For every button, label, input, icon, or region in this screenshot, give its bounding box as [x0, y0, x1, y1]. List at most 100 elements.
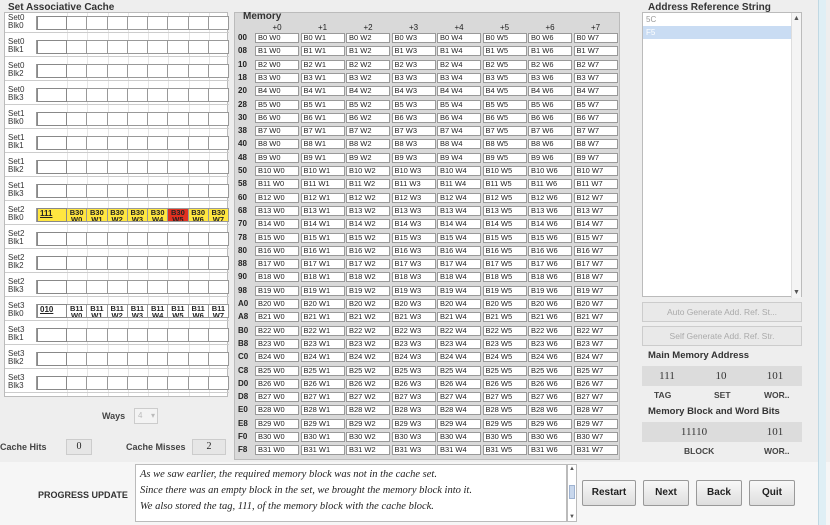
cache-row: Set1 Blk0 [5, 109, 229, 129]
ways-select[interactable]: 4 ▾ [134, 408, 158, 424]
memory-cell: B8 W5 [482, 139, 527, 150]
memory-cell: B7 W1 [300, 126, 345, 137]
memory-cell: B2 W2 [346, 59, 390, 70]
cache-word [127, 328, 148, 342]
memory-cell: B31 W6 [528, 445, 572, 456]
memory-cell: B7 W6 [528, 126, 572, 137]
memory-cell: B28 W4 [437, 405, 481, 416]
memory-cell: B27 W2 [346, 392, 390, 403]
memory-cell: B28 W2 [346, 405, 390, 416]
memory-cell: B27 W1 [300, 392, 345, 403]
memory-cell: B17 W4 [437, 259, 481, 270]
memory-cell: B15 W5 [482, 232, 527, 243]
memory-cell: B23 W2 [346, 338, 390, 349]
quit-button[interactable]: Quit [749, 480, 795, 506]
cache-word [67, 184, 88, 198]
memory-cell: B27 W5 [482, 392, 527, 403]
cache-row-label: Set1 Blk3 [8, 181, 25, 198]
cache-row: Set0 Blk1 [5, 37, 229, 57]
cache-word [188, 136, 209, 150]
memory-cell: B7 W0 [255, 126, 299, 137]
cache-word [67, 64, 88, 78]
memory-row: 30 B6 W0 B6 W1 B6 W2 B6 W3 B6 W4 B6 W5 B6 W6 B6 … [235, 112, 621, 123]
cache-word [67, 40, 88, 54]
memory-column-header: +7 [590, 23, 601, 32]
scroll-down-icon[interactable]: ▼ [793, 289, 800, 296]
memory-cell: B3 W7 [573, 72, 618, 83]
cache-word: B11 W4 [148, 304, 169, 318]
memory-cell: B9 W6 [528, 152, 572, 163]
scroll-up-icon[interactable]: ▲ [793, 15, 800, 22]
cache-word [168, 184, 189, 198]
memory-cell: B0 W5 [482, 33, 527, 43]
address-reference-list[interactable]: 5C F5 ▲ ▼ [642, 12, 802, 298]
memory-row: E8 B29 W0 B29 W1 B29 W2 B29 W3 B29 W4 B29 W5 B2… [235, 418, 621, 429]
memory-cell: B21 W2 [346, 312, 390, 323]
cache-word [188, 184, 209, 198]
memory-cell: B26 W7 [573, 378, 618, 389]
memory-cell: B0 W3 [391, 33, 436, 43]
scroll-thumb[interactable] [569, 485, 575, 499]
cache-words [67, 184, 229, 198]
memory-cell: B24 W0 [255, 352, 299, 363]
address-reference-item[interactable]: F5 [643, 26, 801, 39]
cache-word [67, 112, 88, 126]
cache-word [188, 352, 209, 366]
memory-cell: B29 W0 [255, 418, 299, 429]
cache-words [67, 112, 229, 126]
memory-cell: B9 W2 [346, 152, 390, 163]
memory-cell: B18 W5 [482, 272, 527, 283]
memory-cell: B2 W3 [391, 59, 436, 70]
cache-row: Set3 Blk2 [5, 349, 229, 369]
address-reference-item[interactable]: 5C [643, 13, 801, 26]
memory-cell: B18 W2 [346, 272, 390, 283]
memory-cell: B4 W7 [573, 86, 618, 97]
cache-word [208, 184, 229, 198]
cache-word [107, 256, 128, 270]
memory-row: 98 B19 W0 B19 W1 B19 W2 B19 W3 B19 W4 B19 W5 B1… [235, 285, 621, 296]
cache-row-label: Set0 Blk0 [8, 13, 25, 30]
cache-word [208, 376, 229, 390]
cache-row-label: Set3 Blk0 [8, 301, 25, 318]
memory-cell: B29 W2 [346, 418, 390, 429]
memory-cell: B29 W3 [391, 418, 436, 429]
restart-button[interactable]: Restart [582, 480, 636, 506]
cache-word [127, 280, 148, 294]
memory-cell: B20 W3 [391, 299, 436, 309]
memory-cell: B1 W3 [391, 46, 436, 57]
memory-row: F8 B31 W0 B31 W1 B31 W2 B31 W3 B31 W4 B31 W5 B3… [235, 445, 621, 456]
memory-cell: B21 W6 [528, 312, 572, 323]
memory-cell: B18 W7 [573, 272, 618, 283]
address-reference-scrollbar[interactable]: ▲ ▼ [791, 13, 801, 298]
scroll-down-icon[interactable]: ▼ [569, 514, 575, 520]
progress-scrollbar[interactable]: ▲ ▼ [567, 464, 577, 522]
memory-row: 00 B0 W0 B0 W1 B0 W2 B0 W3 B0 W4 B0 W5 B0 W6 B0 … [235, 33, 621, 43]
memory-row: 40 B8 W0 B8 W1 B8 W2 B8 W3 B8 W4 B8 W5 B8 W6 B8 … [235, 139, 621, 150]
memory-cell: B31 W7 [573, 445, 618, 456]
memory-cell: B9 W1 [300, 152, 345, 163]
memory-cell: B30 W7 [573, 432, 618, 442]
memory-cell: B7 W3 [391, 126, 436, 137]
cache-word [107, 64, 128, 78]
self-generate-button[interactable]: Self Generate Add. Ref. Str. [642, 326, 802, 346]
scroll-up-icon[interactable]: ▲ [569, 466, 575, 472]
memory-cell: B10 W7 [573, 166, 618, 176]
memory-cell: B13 W5 [482, 205, 527, 216]
cache-word [87, 16, 108, 30]
memory-row: 38 B7 W0 B7 W1 B7 W2 B7 W3 B7 W4 B7 W5 B7 W6 B7 … [235, 126, 621, 137]
memory-cell: B3 W6 [528, 72, 572, 83]
memory-address: 48 [238, 152, 247, 162]
auto-generate-button[interactable]: Auto Generate Add. Ref. St... [642, 302, 802, 322]
back-button[interactable]: Back [696, 480, 742, 506]
memory-cell: B17 W5 [482, 259, 527, 270]
memory-cell: B18 W6 [528, 272, 572, 283]
memory-cell: B17 W6 [528, 259, 572, 270]
memory-cell: B17 W3 [391, 259, 436, 270]
cache-word [148, 184, 169, 198]
memory-cell: B30 W6 [528, 432, 572, 442]
next-button[interactable]: Next [643, 480, 689, 506]
cache-word [87, 64, 108, 78]
cache-word [188, 376, 209, 390]
memory-cell: B9 W7 [573, 152, 618, 163]
memory-cell: B28 W7 [573, 405, 618, 416]
